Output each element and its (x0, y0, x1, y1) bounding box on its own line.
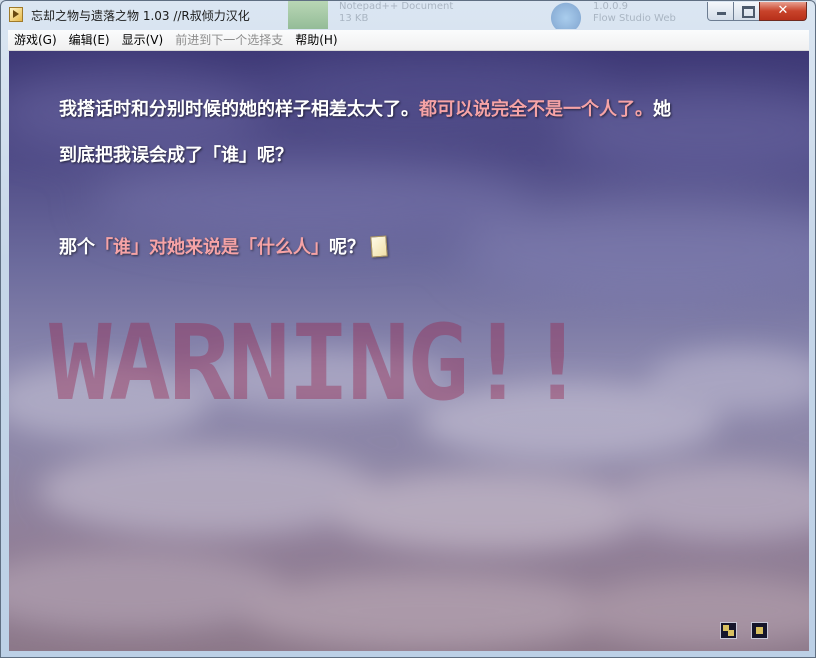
title-bar[interactable]: 忘却之物与遗落之物 1.03 //R叔倾力汉化 Notepad++ Docume… (1, 1, 815, 30)
auto-mode-button[interactable] (720, 622, 737, 639)
dialogue-line-3: 那个「谁」对她来说是「什么人」呢？ (59, 233, 388, 259)
minimize-button[interactable] (707, 2, 734, 21)
warning-overlay-text: WARNING!! (49, 302, 589, 424)
background-app-icon-2 (548, 1, 584, 29)
dialogue-line-1: 我搭话时和分别时候的她的样子相差太大了。都可以说完全不是一个人了。她 (59, 95, 671, 121)
menu-help[interactable]: 帮助(H) (289, 30, 343, 50)
background-app-title: Notepad++ Document (339, 1, 454, 12)
page-cursor-icon (370, 235, 388, 258)
maximize-icon (742, 6, 755, 18)
close-icon: ✕ (777, 3, 789, 18)
menu-edit[interactable]: 编辑(E) (63, 30, 116, 50)
skip-mode-icon (756, 627, 763, 634)
skip-mode-button[interactable] (751, 622, 768, 639)
menu-view[interactable]: 显示(V) (116, 30, 170, 50)
background-app-2-subtitle: Flow Studio Web (593, 13, 676, 24)
window-title: 忘却之物与遗落之物 1.03 //R叔倾力汉化 (31, 9, 250, 23)
background-app-label-2: 1.0.0.9 Flow Studio Web (589, 1, 699, 29)
background-app-label: Notepad++ Document 13 KB (333, 1, 513, 29)
dialogue-line-2: 到底把我误会成了「谁」呢？ (59, 145, 293, 166)
minimize-icon (717, 12, 726, 15)
dialogue-highlight-text: 都可以说完全不是一个人了。 (419, 99, 653, 120)
maximize-button[interactable] (733, 2, 760, 21)
dialogue-text: 我搭话时和分别时候的她的样子相差太大了。 (59, 99, 419, 120)
menu-bar: 游戏(G) 编辑(E) 显示(V) 前进到下一个选择支 帮助(H) (8, 30, 809, 51)
app-icon[interactable] (9, 7, 23, 22)
close-button[interactable]: ✕ (759, 2, 807, 21)
game-screen[interactable]: WARNING!! 我搭话时和分别时候的她的样子相差太大了。都可以说完全不是一个… (9, 51, 809, 651)
background-app-icon (288, 1, 328, 29)
application-window: 忘却之物与遗落之物 1.03 //R叔倾力汉化 Notepad++ Docume… (0, 0, 816, 658)
dialogue-highlight-text: 「谁」对她来说是「什么人」 (95, 237, 329, 258)
background-app-2-title: 1.0.0.9 (593, 1, 628, 12)
menu-skip-to-next-choice: 前进到下一个选择支 (175, 33, 284, 47)
menu-game[interactable]: 游戏(G) (8, 30, 63, 50)
auto-mode-icon-part (728, 630, 734, 636)
dialogue-text: 呢？ (329, 237, 365, 258)
dialogue-text: 那个 (59, 237, 95, 258)
background-app-subtitle: 13 KB (339, 13, 369, 24)
dialogue-text: 她 (653, 99, 671, 120)
